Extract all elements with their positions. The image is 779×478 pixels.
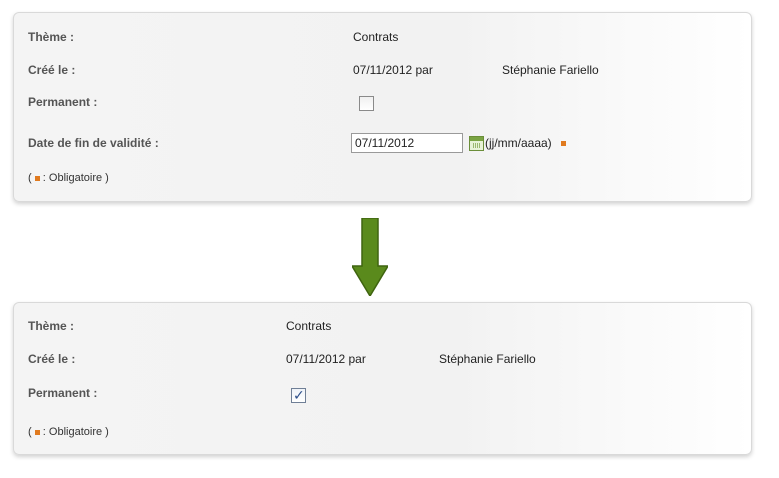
created-label: Créé le : xyxy=(28,63,76,77)
permanent-row: Permanent : ✓ xyxy=(14,383,751,403)
mandatory-note: ( : Obligatoire ) xyxy=(28,170,109,186)
end-date-label: Date de fin de validité : xyxy=(28,136,159,150)
created-by: Stéphanie Fariello xyxy=(439,352,536,366)
theme-value: Contrats xyxy=(353,30,399,44)
theme-row: Thème : Contrats xyxy=(14,27,751,47)
created-date: 07/11/2012 par xyxy=(286,352,366,366)
permanent-checkbox[interactable]: ✓ xyxy=(291,387,306,403)
permanent-label: Permanent : xyxy=(28,386,98,400)
required-mark xyxy=(34,429,40,435)
theme-label: Thème : xyxy=(28,30,75,44)
created-by: Stéphanie Fariello xyxy=(502,63,599,77)
form-panel-before: Thème : Contrats Créé le : 07/11/2012 pa… xyxy=(13,12,752,202)
theme-value: Contrats xyxy=(286,319,332,333)
form-panel-after: Thème : Contrats Créé le : 07/11/2012 pa… xyxy=(13,302,752,455)
theme-row: Thème : Contrats xyxy=(14,316,751,336)
date-format-hint: (jj/mm/aaaa) xyxy=(485,136,552,150)
created-label: Créé le : xyxy=(28,352,76,366)
end-date-input[interactable] xyxy=(351,133,463,153)
created-row: Créé le : 07/11/2012 par Stéphanie Farie… xyxy=(14,349,751,369)
required-mark xyxy=(34,175,40,181)
checkmark-icon: ✓ xyxy=(293,387,305,403)
mandatory-note-text: : Obligatoire ) xyxy=(42,172,109,184)
mandatory-note-open: ( xyxy=(28,172,32,184)
permanent-checkbox[interactable] xyxy=(359,96,374,111)
required-mark xyxy=(561,141,566,146)
calendar-icon[interactable] xyxy=(469,136,484,151)
mandatory-note-text: : Obligatoire ) xyxy=(42,426,109,438)
mandatory-note-open: ( xyxy=(28,426,32,438)
arrow-down-icon xyxy=(352,218,388,296)
permanent-row: Permanent : xyxy=(14,92,751,112)
created-row: Créé le : 07/11/2012 par Stéphanie Farie… xyxy=(14,60,751,80)
end-date-row: Date de fin de validité : (jj/mm/aaaa) xyxy=(14,133,751,153)
permanent-label: Permanent : xyxy=(28,95,98,109)
mandatory-note: ( : Obligatoire ) xyxy=(28,424,109,440)
created-date: 07/11/2012 par xyxy=(353,63,433,77)
theme-label: Thème : xyxy=(28,319,75,333)
